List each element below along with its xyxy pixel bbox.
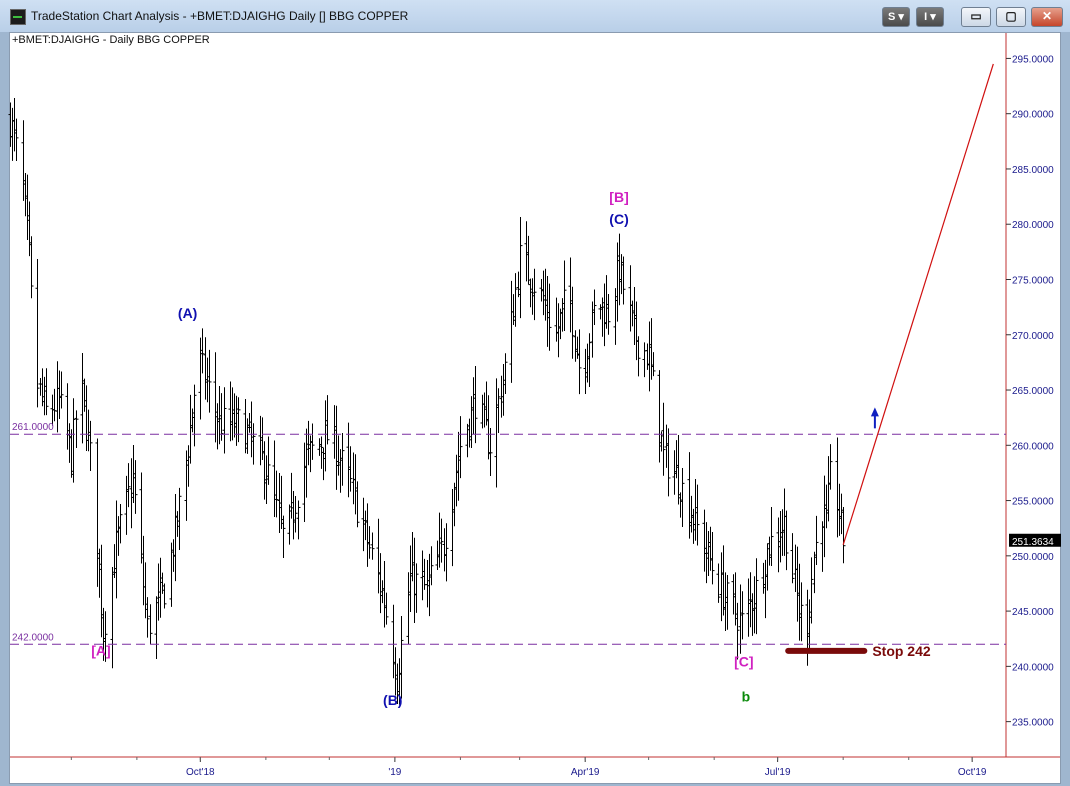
level-label: 261.0000 — [12, 422, 54, 433]
axis-layer: 295.0000 290.0000 285.0000 280.0000 275.0000… — [10, 33, 1060, 778]
x-tick-label: Apr'19 — [571, 767, 600, 778]
x-tick-label: Jul'19 — [765, 767, 791, 778]
wave-label: (A) — [178, 305, 197, 321]
symbol-label: +BMET:DJAIGHG - Daily BBG COPPER — [12, 34, 210, 46]
y-tick-label: 240.0000 — [1012, 662, 1054, 673]
wave-label: (C) — [609, 211, 628, 227]
level-label: 242.0000 — [12, 632, 54, 643]
y-tick-label: 275.0000 — [1012, 275, 1054, 286]
annotation-layer: 261.0000 242.0000 Stop 242 [A] (A) (B) [B] (C) [… — [10, 63, 1061, 708]
x-tick-label: '19 — [388, 767, 401, 778]
y-tick-label: 265.0000 — [1012, 386, 1054, 397]
y-tick-label: 285.0000 — [1012, 165, 1054, 176]
y-tick-label: 245.0000 — [1012, 607, 1054, 618]
y-tick-label: 270.0000 — [1012, 331, 1054, 342]
x-tick-label: Oct'19 — [958, 767, 987, 778]
y-tick-label: 255.0000 — [1012, 497, 1054, 508]
y-tick-label: 235.0000 — [1012, 718, 1054, 729]
projection-line — [842, 63, 994, 545]
y-tick-label: 260.0000 — [1012, 441, 1054, 452]
wave-label: [A] — [91, 642, 110, 658]
x-tick-label: Oct'18 — [186, 767, 215, 778]
wave-label: [C] — [734, 653, 753, 669]
wave-label: (B) — [383, 692, 402, 708]
y-tick-label: 295.0000 — [1012, 54, 1054, 65]
ohlc-bars — [8, 97, 846, 705]
up-arrow-head-icon — [870, 407, 879, 417]
last-price-label: 251.3634 — [1012, 537, 1054, 548]
price-chart[interactable]: 295.0000 290.0000 285.0000 280.0000 275.0000… — [0, 0, 1070, 786]
wave-label: [B] — [609, 189, 628, 205]
y-tick-label: 250.0000 — [1012, 552, 1054, 563]
stop-label: Stop 242 — [872, 643, 931, 659]
y-tick-label: 290.0000 — [1012, 110, 1054, 121]
wave-label: b — [742, 689, 751, 705]
y-tick-label: 280.0000 — [1012, 220, 1054, 231]
